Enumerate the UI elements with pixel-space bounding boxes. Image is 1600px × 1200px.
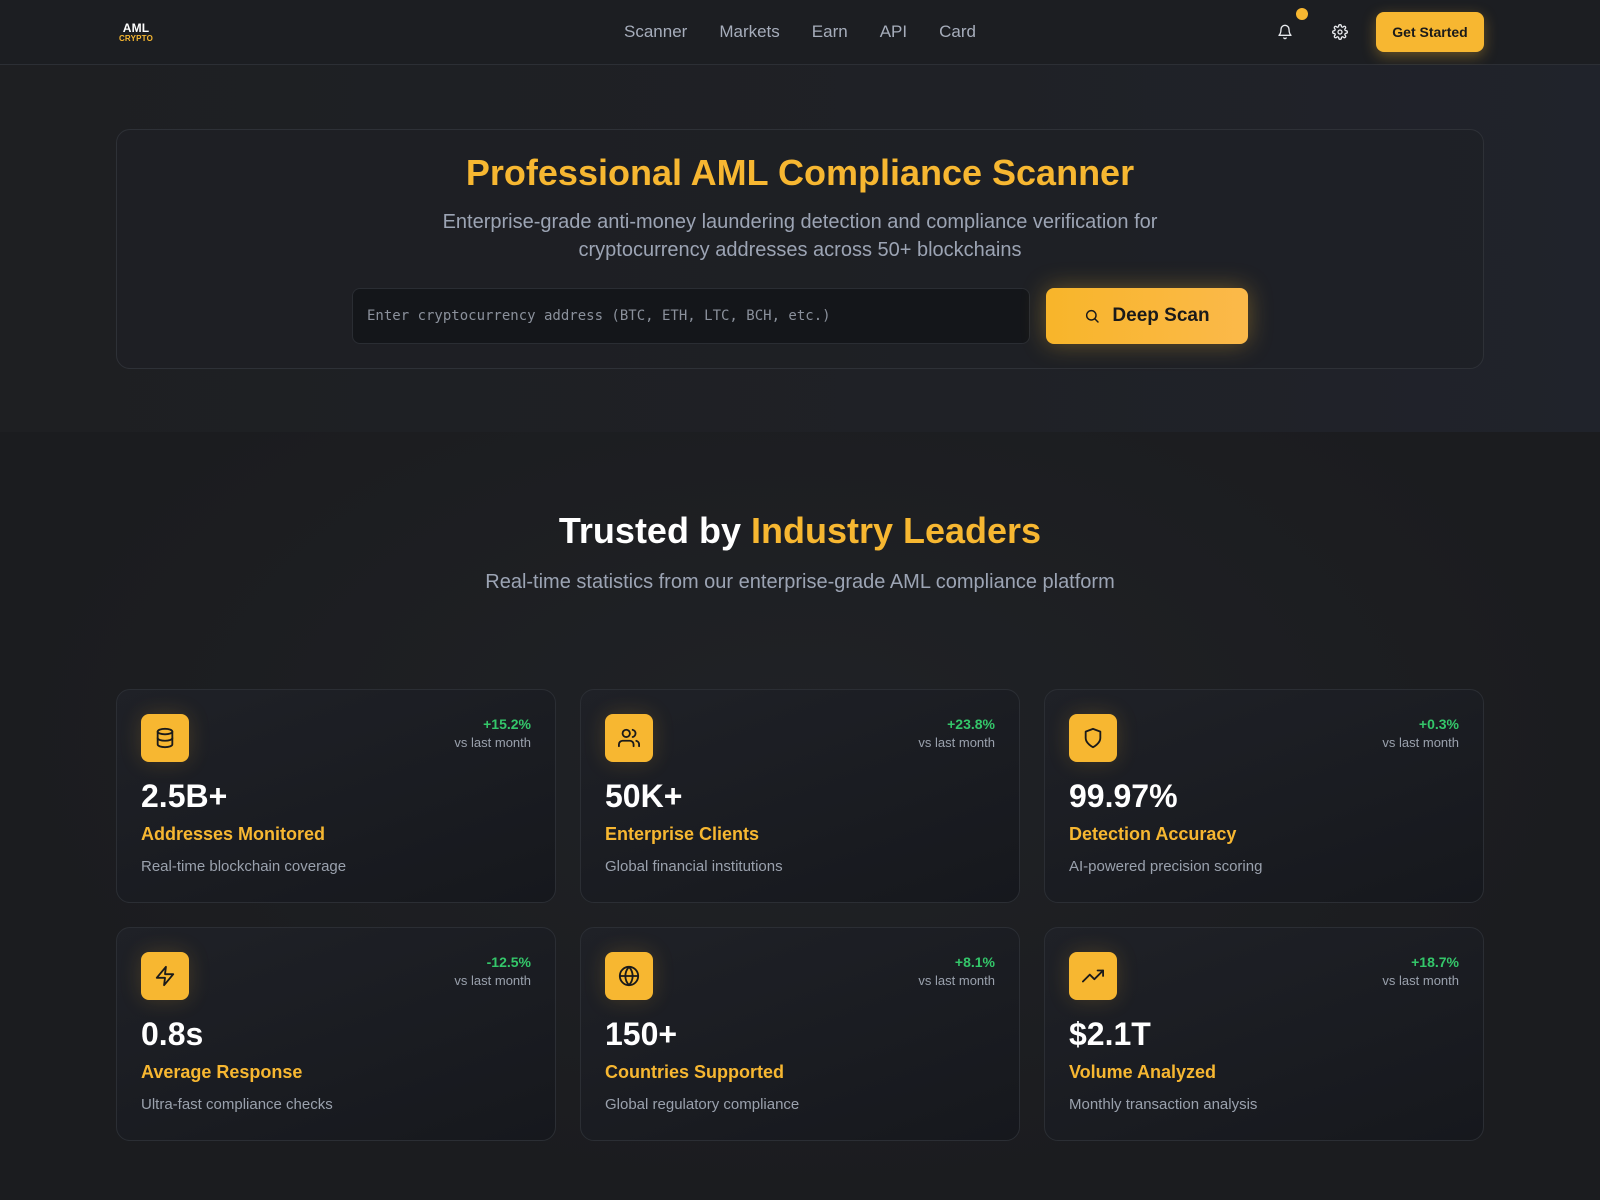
stat-comparison: vs last month bbox=[1382, 735, 1459, 750]
stat-icon-box bbox=[1069, 952, 1117, 1000]
stat-change: +0.3% bbox=[1418, 716, 1459, 732]
stat-value: 0.8s bbox=[141, 1016, 204, 1052]
stat-icon-box bbox=[141, 952, 189, 1000]
trending-up-icon bbox=[1082, 969, 1104, 983]
stat-card-clients: +23.8% vs last month 50K+ Enterprise Cli… bbox=[580, 689, 1020, 903]
stat-change: +8.1% bbox=[954, 954, 995, 970]
stat-change: -12.5% bbox=[486, 954, 531, 970]
hero-subtitle: Enterprise-grade anti-money laundering d… bbox=[442, 211, 1158, 261]
stat-icon-box bbox=[141, 714, 189, 762]
get-started-button[interactable]: Get Started bbox=[1376, 12, 1484, 52]
notifications-button[interactable] bbox=[1270, 17, 1300, 47]
stats-title-accent: Industry Leaders bbox=[750, 510, 1042, 551]
bell-icon bbox=[1278, 24, 1292, 40]
stat-description: Ultra-fast compliance checks bbox=[141, 1096, 333, 1113]
deep-scan-button[interactable]: Deep Scan bbox=[1046, 288, 1248, 344]
stat-comparison: vs last month bbox=[454, 973, 531, 988]
stat-value: 150+ bbox=[605, 1016, 678, 1052]
logo-text-top: AML bbox=[122, 21, 150, 35]
nav-link-scanner[interactable]: Scanner bbox=[624, 22, 687, 42]
shield-icon bbox=[1084, 727, 1102, 749]
top-nav-bar: AML CRYPTO Scanner Markets Earn API Card… bbox=[0, 0, 1600, 65]
gear-icon bbox=[1332, 24, 1348, 40]
address-search-input[interactable] bbox=[352, 288, 1030, 344]
stat-description: Real-time blockchain coverage bbox=[141, 858, 347, 875]
stats-title: Trusted by Industry Leaders bbox=[0, 510, 1600, 552]
nav-link-earn[interactable]: Earn bbox=[812, 22, 848, 42]
stat-value: 50K+ bbox=[605, 778, 683, 814]
stat-label: Countries Supported bbox=[605, 1062, 784, 1082]
notification-badge bbox=[1296, 8, 1308, 20]
main-nav: Scanner Markets Earn API Card bbox=[0, 0, 1600, 64]
stat-description: Global financial institutions bbox=[605, 858, 783, 875]
stat-comparison: vs last month bbox=[1382, 973, 1459, 988]
stat-label: Detection Accuracy bbox=[1069, 824, 1237, 844]
stat-icon-box bbox=[605, 952, 653, 1000]
nav-link-api[interactable]: API bbox=[880, 22, 907, 42]
stat-description: Global regulatory compliance bbox=[605, 1096, 800, 1113]
stat-value: 2.5B+ bbox=[141, 778, 228, 814]
users-icon bbox=[618, 728, 640, 748]
lightning-icon bbox=[155, 965, 175, 987]
nav-link-card[interactable]: Card bbox=[939, 22, 976, 42]
stats-title-lead: Trusted by bbox=[558, 510, 751, 551]
stat-description: AI-powered precision scoring bbox=[1069, 858, 1263, 875]
stat-card-response: -12.5% vs last month 0.8s Average Respon… bbox=[116, 927, 556, 1141]
stat-icon-box bbox=[605, 714, 653, 762]
deep-scan-label: Deep Scan bbox=[1112, 305, 1210, 326]
stat-change: +18.7% bbox=[1411, 954, 1459, 970]
stat-icon-box bbox=[1069, 714, 1117, 762]
stat-card-addresses: +15.2% vs last month 2.5B+ Addresses Mon… bbox=[116, 689, 556, 903]
stat-change: +23.8% bbox=[947, 716, 995, 732]
nav-link-markets[interactable]: Markets bbox=[719, 22, 779, 42]
stat-comparison: vs last month bbox=[454, 735, 531, 750]
stat-card-volume: +18.7% vs last month $2.1T Volume Analyz… bbox=[1044, 927, 1484, 1141]
stat-label: Addresses Monitored bbox=[141, 824, 326, 844]
hero-title: Professional AML Compliance Scanner bbox=[465, 152, 1135, 193]
search-icon bbox=[1086, 309, 1100, 323]
stat-label: Enterprise Clients bbox=[605, 824, 760, 844]
stat-comparison: vs last month bbox=[918, 973, 995, 988]
stat-comparison: vs last month bbox=[918, 735, 995, 750]
stat-description: Monthly transaction analysis bbox=[1069, 1096, 1258, 1113]
stat-label: Volume Analyzed bbox=[1069, 1062, 1217, 1082]
stat-card-countries: +8.1% vs last month 150+ Countries Suppo… bbox=[580, 927, 1020, 1141]
globe-icon bbox=[618, 965, 640, 987]
stat-value: 99.97% bbox=[1069, 778, 1178, 814]
database-icon bbox=[156, 727, 174, 749]
settings-button[interactable] bbox=[1325, 17, 1355, 47]
stats-subtitle: Real-time statistics from our enterprise… bbox=[485, 571, 1115, 593]
stat-card-accuracy: +0.3% vs last month 99.97% Detection Acc… bbox=[1044, 689, 1484, 903]
logo[interactable]: AML CRYPTO bbox=[118, 22, 154, 44]
logo-text-bottom: CRYPTO bbox=[118, 34, 154, 43]
stat-value: $2.1T bbox=[1069, 1016, 1151, 1052]
stat-change: +15.2% bbox=[483, 716, 531, 732]
stat-label: Average Response bbox=[141, 1062, 303, 1082]
